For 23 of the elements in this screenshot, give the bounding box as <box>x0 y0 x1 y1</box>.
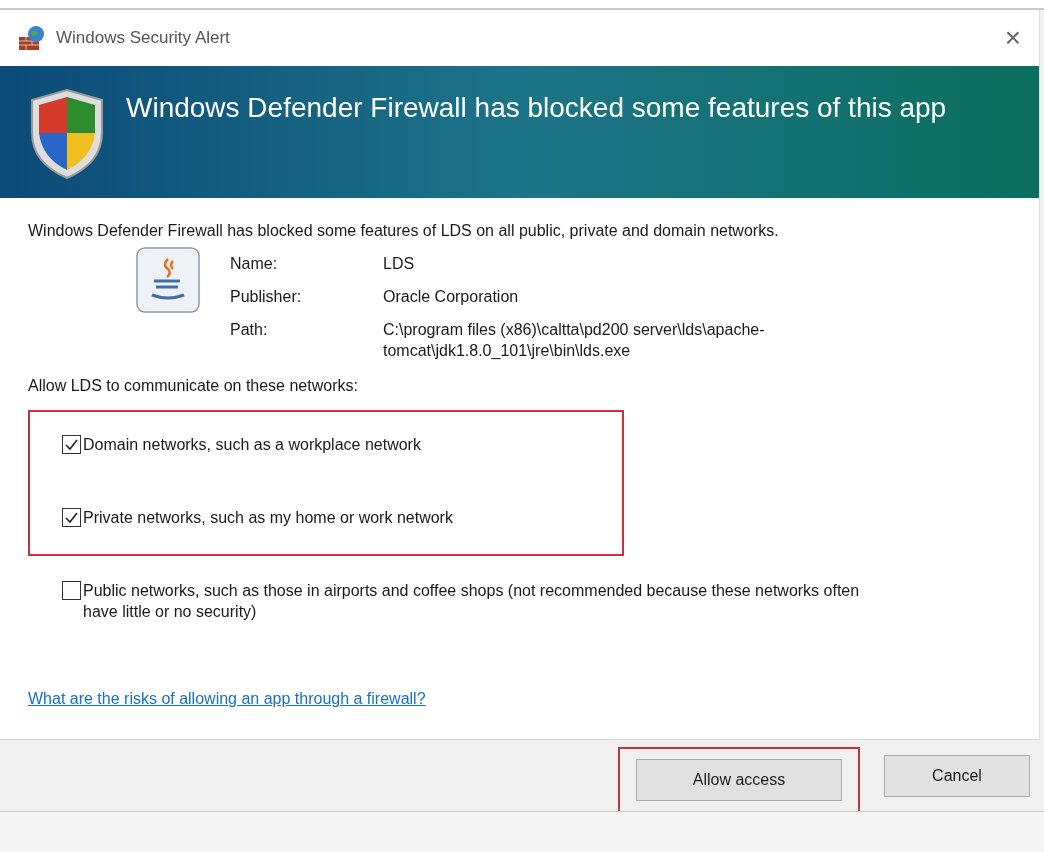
detail-label: Publisher: <box>230 287 303 307</box>
networks-prompt: Allow LDS to communicate on these networks: <box>28 376 359 396</box>
firewall-icon <box>18 25 46 51</box>
close-button[interactable]: × <box>1004 24 1021 52</box>
message-text: Windows Defender Firewall has blocked some features of LDS on all public, private and domain networks. <box>28 221 780 241</box>
checkbox-label: Private networks, such as my home or work network <box>83 508 453 528</box>
detail-value: C:\program files (x86)\caltta\pd200 server\lds\apache-tomcat\jdk1.8.0_101\jre\bin\lds.exe <box>383 320 766 361</box>
shield-icon <box>28 88 106 180</box>
cancel-button[interactable]: Cancel <box>884 754 1030 797</box>
help-link[interactable]: What are the risks of allowing an app through a firewall? <box>28 688 1011 709</box>
banner-heading: Windows Defender Firewall has blocked some features of this app <box>126 91 948 125</box>
allow-access-button[interactable]: Allow access <box>636 758 842 801</box>
checkbox[interactable] <box>62 508 81 527</box>
checkbox-label: Domain networks, such as a workplace network <box>83 435 421 455</box>
detail-value: Oracle Corporation <box>383 287 520 307</box>
checkbox-label: Public networks, such as those in airports and coffee shops (not recommended because these networks often have little or no security) <box>83 581 861 622</box>
detail-label: Name: <box>230 254 279 274</box>
checkbox[interactable] <box>62 435 81 454</box>
checkbox[interactable] <box>62 581 81 600</box>
detail-label: Path: <box>230 320 269 340</box>
java-icon <box>136 247 200 313</box>
detail-value: LDS <box>383 254 416 274</box>
window-title: Windows Security Alert <box>56 27 230 50</box>
